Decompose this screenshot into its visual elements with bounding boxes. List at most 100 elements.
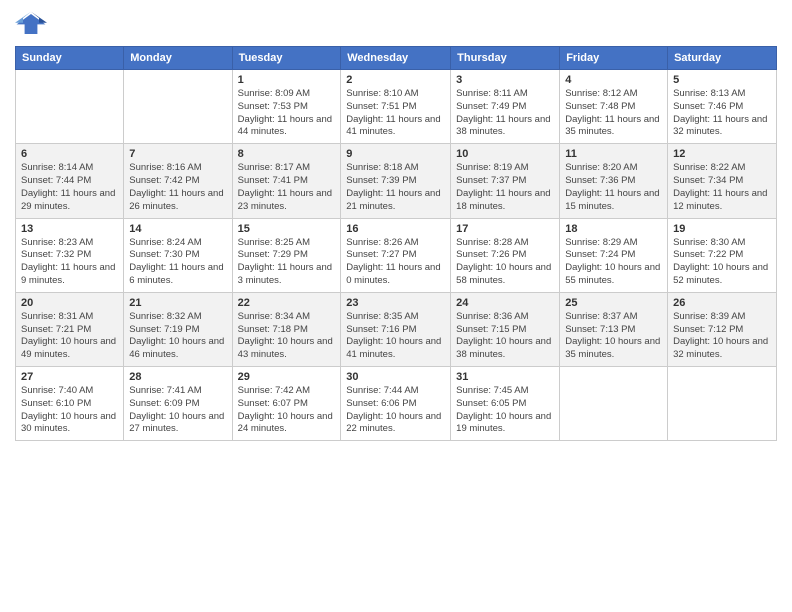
logo [15, 10, 51, 38]
calendar-row: 1Sunrise: 8:09 AM Sunset: 7:53 PM Daylig… [16, 70, 777, 144]
day-info: Sunrise: 8:31 AM Sunset: 7:21 PM Dayligh… [21, 311, 118, 362]
calendar-cell [668, 367, 777, 441]
day-info: Sunrise: 7:42 AM Sunset: 6:07 PM Dayligh… [238, 385, 336, 436]
day-number: 22 [238, 297, 336, 309]
day-number: 3 [456, 74, 554, 86]
calendar-cell: 1Sunrise: 8:09 AM Sunset: 7:53 PM Daylig… [232, 70, 341, 144]
day-number: 26 [673, 297, 771, 309]
day-info: Sunrise: 8:35 AM Sunset: 7:16 PM Dayligh… [346, 311, 445, 362]
calendar-cell: 16 Sunrise: 8:26 AM Sunset: 7:27 PM Dayli… [341, 218, 451, 292]
day-info: Sunrise: 8:14 AM Sunset: 7:44 PM Dayligh… [21, 162, 118, 213]
calendar-cell: 3 Sunrise: 8:11 AM Sunset: 7:49 PM Daylig… [451, 70, 560, 144]
calendar-table: SundayMondayTuesdayWednesdayThursdayFrid… [15, 46, 777, 441]
day-number: 12 [673, 148, 771, 160]
day-number: 28 [129, 371, 226, 383]
day-number: 14 [129, 223, 226, 235]
calendar-cell: 11Sunrise: 8:20 AM Sunset: 7:36 PM Dayli… [560, 144, 668, 218]
day-info: Sunrise: 8:36 AM Sunset: 7:15 PM Dayligh… [456, 311, 554, 362]
header [15, 10, 777, 38]
day-info: Sunrise: 8:30 AM Sunset: 7:22 PM Dayligh… [673, 237, 771, 288]
day-number: 15 [238, 223, 336, 235]
day-number: 25 [565, 297, 662, 309]
day-info: Sunrise: 8:19 AM Sunset: 7:37 PM Dayligh… [456, 162, 554, 213]
calendar-cell: 29 Sunrise: 7:42 AM Sunset: 6:07 PM Dayli… [232, 367, 341, 441]
calendar-cell: 12Sunrise: 8:22 AM Sunset: 7:34 PM Dayli… [668, 144, 777, 218]
day-info: Sunrise: 8:24 AM Sunset: 7:30 PM Dayligh… [129, 237, 226, 288]
day-info: Sunrise: 8:25 AM Sunset: 7:29 PM Dayligh… [238, 237, 336, 288]
day-info: Sunrise: 8:12 AM Sunset: 7:48 PM Dayligh… [565, 88, 662, 139]
day-info: Sunrise: 7:40 AM Sunset: 6:10 PM Dayligh… [21, 385, 118, 436]
day-number: 4 [565, 74, 662, 86]
weekday-header: Saturday [668, 47, 777, 70]
day-info: Sunrise: 8:29 AM Sunset: 7:24 PM Dayligh… [565, 237, 662, 288]
calendar-cell: 14 Sunrise: 8:24 AM Sunset: 7:30 PM Dayli… [124, 218, 232, 292]
calendar-row: 6 Sunrise: 8:14 AM Sunset: 7:44 PM Daylig… [16, 144, 777, 218]
weekday-header: Monday [124, 47, 232, 70]
calendar-cell: 23 Sunrise: 8:35 AM Sunset: 7:16 PM Dayli… [341, 292, 451, 366]
day-number: 18 [565, 223, 662, 235]
calendar-cell: 22 Sunrise: 8:34 AM Sunset: 7:18 PM Dayli… [232, 292, 341, 366]
weekday-header: Thursday [451, 47, 560, 70]
weekday-header: Friday [560, 47, 668, 70]
day-number: 13 [21, 223, 118, 235]
day-number: 11 [565, 148, 662, 160]
calendar-cell: 24 Sunrise: 8:36 AM Sunset: 7:15 PM Dayli… [451, 292, 560, 366]
calendar-cell: 27 Sunrise: 7:40 AM Sunset: 6:10 PM Dayli… [16, 367, 124, 441]
day-info: Sunrise: 8:16 AM Sunset: 7:42 PM Dayligh… [129, 162, 226, 213]
calendar-cell: 7 Sunrise: 8:16 AM Sunset: 7:42 PM Daylig… [124, 144, 232, 218]
day-number: 8 [238, 148, 336, 160]
calendar-row: 20 Sunrise: 8:31 AM Sunset: 7:21 PM Dayli… [16, 292, 777, 366]
calendar-cell: 19Sunrise: 8:30 AM Sunset: 7:22 PM Dayli… [668, 218, 777, 292]
day-number: 30 [346, 371, 445, 383]
calendar-cell: 13 Sunrise: 8:23 AM Sunset: 7:32 PM Dayli… [16, 218, 124, 292]
day-number: 23 [346, 297, 445, 309]
calendar-cell: 18 Sunrise: 8:29 AM Sunset: 7:24 PM Dayli… [560, 218, 668, 292]
weekday-header: Wednesday [341, 47, 451, 70]
day-number: 9 [346, 148, 445, 160]
calendar-cell: 17 Sunrise: 8:28 AM Sunset: 7:26 PM Dayli… [451, 218, 560, 292]
day-number: 1 [238, 74, 336, 86]
calendar-cell: 2Sunrise: 8:10 AM Sunset: 7:51 PM Daylig… [341, 70, 451, 144]
day-info: Sunrise: 8:28 AM Sunset: 7:26 PM Dayligh… [456, 237, 554, 288]
calendar-cell: 28 Sunrise: 7:41 AM Sunset: 6:09 PM Dayli… [124, 367, 232, 441]
day-info: Sunrise: 8:18 AM Sunset: 7:39 PM Dayligh… [346, 162, 445, 213]
day-info: Sunrise: 7:41 AM Sunset: 6:09 PM Dayligh… [129, 385, 226, 436]
day-number: 20 [21, 297, 118, 309]
calendar-cell: 26Sunrise: 8:39 AM Sunset: 7:12 PM Dayli… [668, 292, 777, 366]
day-number: 6 [21, 148, 118, 160]
day-number: 24 [456, 297, 554, 309]
calendar-cell [16, 70, 124, 144]
calendar-cell: 21 Sunrise: 8:32 AM Sunset: 7:19 PM Dayli… [124, 292, 232, 366]
day-number: 21 [129, 297, 226, 309]
day-info: Sunrise: 8:37 AM Sunset: 7:13 PM Dayligh… [565, 311, 662, 362]
day-number: 31 [456, 371, 554, 383]
day-number: 27 [21, 371, 118, 383]
day-info: Sunrise: 8:23 AM Sunset: 7:32 PM Dayligh… [21, 237, 118, 288]
weekday-header: Tuesday [232, 47, 341, 70]
calendar-cell: 9 Sunrise: 8:18 AM Sunset: 7:39 PM Daylig… [341, 144, 451, 218]
day-info: Sunrise: 7:44 AM Sunset: 6:06 PM Dayligh… [346, 385, 445, 436]
day-info: Sunrise: 8:11 AM Sunset: 7:49 PM Dayligh… [456, 88, 554, 139]
day-info: Sunrise: 8:26 AM Sunset: 7:27 PM Dayligh… [346, 237, 445, 288]
day-info: Sunrise: 8:32 AM Sunset: 7:19 PM Dayligh… [129, 311, 226, 362]
calendar-cell: 30 Sunrise: 7:44 AM Sunset: 6:06 PM Dayli… [341, 367, 451, 441]
day-info: Sunrise: 8:13 AM Sunset: 7:46 PM Dayligh… [673, 88, 771, 139]
day-info: Sunrise: 8:34 AM Sunset: 7:18 PM Dayligh… [238, 311, 336, 362]
day-info: Sunrise: 8:10 AM Sunset: 7:51 PM Dayligh… [346, 88, 445, 139]
day-number: 16 [346, 223, 445, 235]
calendar-cell: 25 Sunrise: 8:37 AM Sunset: 7:13 PM Dayli… [560, 292, 668, 366]
calendar-cell: 6 Sunrise: 8:14 AM Sunset: 7:44 PM Daylig… [16, 144, 124, 218]
calendar-header-row: SundayMondayTuesdayWednesdayThursdayFrid… [16, 47, 777, 70]
page: SundayMondayTuesdayWednesdayThursdayFrid… [0, 0, 792, 612]
logo-icon [15, 10, 47, 38]
day-number: 29 [238, 371, 336, 383]
calendar-cell: 15 Sunrise: 8:25 AM Sunset: 7:29 PM Dayli… [232, 218, 341, 292]
calendar-cell: 5Sunrise: 8:13 AM Sunset: 7:46 PM Daylig… [668, 70, 777, 144]
day-number: 7 [129, 148, 226, 160]
calendar-cell: 8Sunrise: 8:17 AM Sunset: 7:41 PM Daylig… [232, 144, 341, 218]
calendar-cell: 10Sunrise: 8:19 AM Sunset: 7:37 PM Dayli… [451, 144, 560, 218]
calendar-row: 13 Sunrise: 8:23 AM Sunset: 7:32 PM Dayli… [16, 218, 777, 292]
calendar-cell [124, 70, 232, 144]
day-info: Sunrise: 7:45 AM Sunset: 6:05 PM Dayligh… [456, 385, 554, 436]
day-number: 17 [456, 223, 554, 235]
